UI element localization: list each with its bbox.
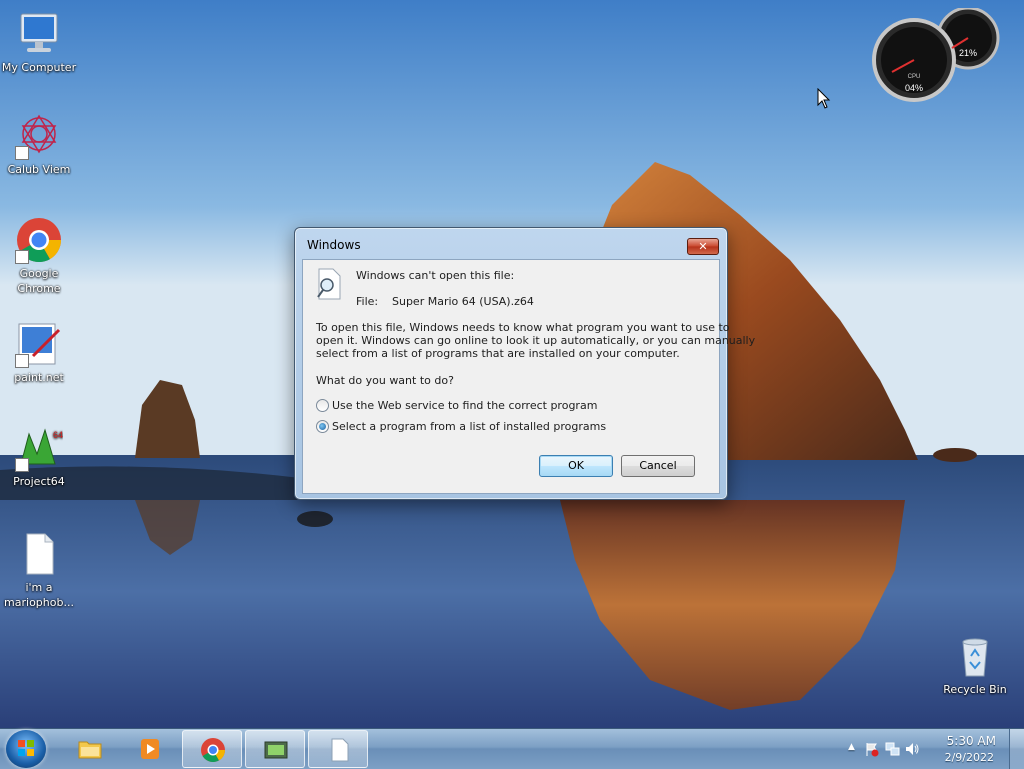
taskbar-chrome-button[interactable] [182,730,242,768]
taskbar-media-player-button[interactable] [120,730,178,766]
desktop-icon-text-file[interactable]: i'm a mariophob... [0,530,78,610]
desktop-icon-label: paint.net [14,371,64,384]
dialog-body: Windows can't open this file: File: Supe… [302,259,755,494]
action-center-flag-icon[interactable] [864,741,880,757]
windows-logo-icon [18,740,34,756]
desktop-icon-my-computer[interactable]: My Computer [0,10,78,75]
desktop-icon-label: My Computer [1,61,77,74]
clock-date[interactable]: 2/9/2022 [945,751,994,764]
clock-time[interactable]: 5:30 AM [947,734,996,748]
taskbar-project64-button[interactable] [245,730,305,768]
flower-logo-icon [15,112,63,160]
option-installed-programs-label[interactable]: Select a program from a list of installe… [332,420,606,433]
start-button[interactable] [6,730,46,768]
desktop-icon-project64[interactable]: 64 Project64 [0,424,78,489]
radio-web-service[interactable] [316,399,329,412]
dialog-title: Windows [307,238,361,252]
chrome-icon [201,738,225,763]
taskbar: ▲ 5:30 AM 2/9/2022 [0,728,1024,769]
close-button[interactable]: ✕ [687,238,719,255]
cancel-button[interactable]: Cancel [621,455,695,477]
desktop-icon-recycle-bin[interactable]: Recycle Bin [936,632,1014,697]
desktop-icon-label: Recycle Bin [943,683,1007,696]
paint-net-icon [15,320,63,368]
cpu-label: CPU [908,74,921,80]
description-line: select from a list of programs that are … [316,347,680,360]
show-hidden-icons-arrow[interactable]: ▲ [848,742,855,752]
shortcut-arrow-icon [15,354,29,368]
cpu-value: 04% [905,83,923,93]
dialog-heading: Windows can't open this file: [356,269,515,282]
radio-installed-programs[interactable] [316,420,329,433]
description-line: To open this file, Windows needs to know… [316,321,730,334]
desktop-icon-label: i'm a mariophob... [4,581,74,609]
description-line: open it. Windows can go online to look i… [316,334,756,347]
shortcut-arrow-icon [15,250,29,264]
desktop-icon-label: Calub Viem [7,163,71,176]
taskbar-explorer-button[interactable] [60,730,118,766]
desktop-icon-label: Project64 [13,475,65,488]
shortcut-arrow-icon [15,458,29,472]
system-tray: ▲ 5:30 AM 2/9/2022 [838,729,1024,769]
desktop-icon-calub-viem[interactable]: Calub Viem [0,112,78,177]
svg-text:64: 64 [53,430,63,440]
question-text: What do you want to do? [316,374,454,387]
shortcut-arrow-icon [15,146,29,160]
volume-icon[interactable] [904,741,920,757]
desktop-icon-google-chrome[interactable]: Google Chrome [0,216,78,296]
ok-button[interactable]: OK [539,455,613,477]
recycle-bin-icon [951,632,999,680]
ram-value: 21% [959,48,977,58]
desktop-icon-paint-net[interactable]: paint.net [0,320,78,385]
text-file-icon [15,530,63,578]
mouse-cursor-icon [817,88,831,109]
file-search-icon [315,268,343,300]
open-with-dialog: Windows ✕ Windows can't open this file: … [294,227,755,500]
computer-icon [15,10,63,58]
network-icon[interactable] [884,741,900,757]
media-player-icon [141,739,159,759]
document-icon [331,738,349,762]
taskbar-notepad-button[interactable] [308,730,368,768]
cpu-meter-gadget[interactable]: 21% CPU 04% [872,6,1006,104]
desktop-icon-label: Google Chrome [17,267,61,295]
show-desktop-button[interactable] [1009,729,1024,769]
chrome-icon [15,216,63,264]
folder-icon [78,741,102,759]
option-web-service-label[interactable]: Use the Web service to find the correct … [332,399,597,412]
file-label: File: [356,295,379,308]
project64-icon: 64 [15,424,63,472]
project64-window-icon [264,741,288,759]
file-name: Super Mario 64 (USA).z64 [392,295,534,308]
